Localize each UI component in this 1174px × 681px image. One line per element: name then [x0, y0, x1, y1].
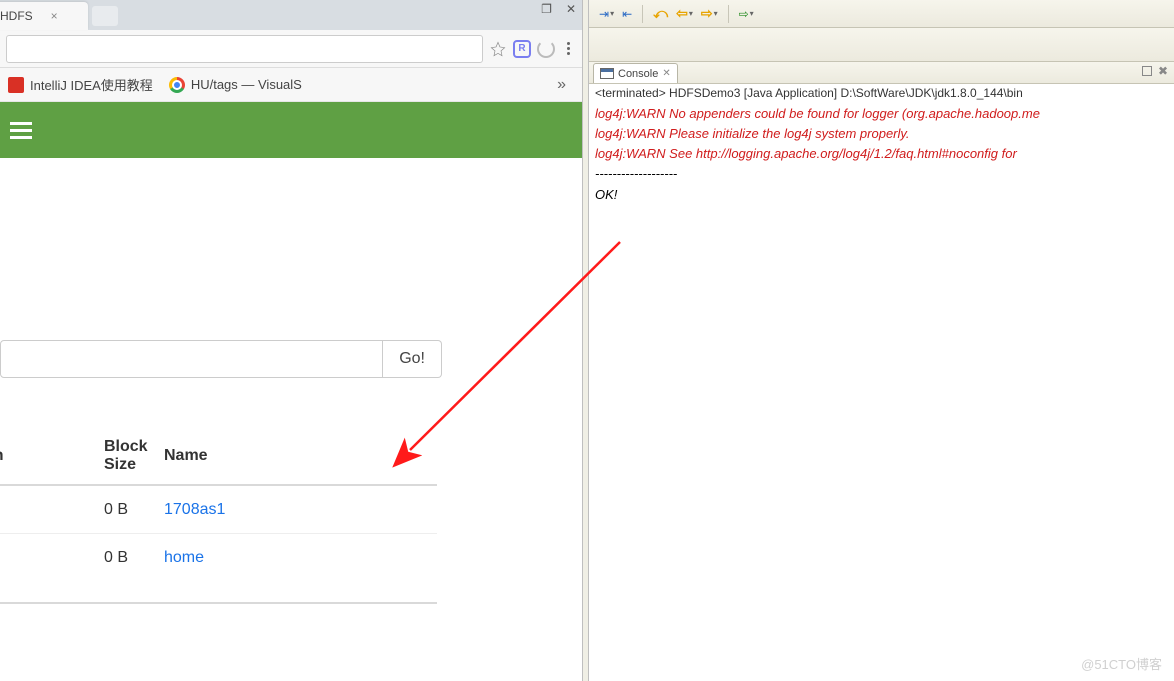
go-button[interactable]: Go!: [383, 340, 442, 378]
watermark-text: @51CTO博客: [1081, 654, 1162, 673]
console-output[interactable]: log4j:WARN No appenders could be found f…: [589, 102, 1174, 207]
eclipse-toolbar: ⇥▾ ⇤ ⤺ ⇦▾ ⇨▾ ⇨▾: [589, 0, 1174, 28]
console-line: log4j:WARN No appenders could be found f…: [595, 104, 1168, 124]
bookmarks-overflow-icon[interactable]: »: [557, 76, 574, 94]
cell-block-size: 0 B: [0, 549, 164, 567]
file-table: on Block Size Name 0 B 1708as1 0 B home: [0, 438, 562, 604]
bookmark-hutags[interactable]: HU/tags — VisualS: [169, 77, 302, 93]
bookmarks-bar: IntelliJ IDEA使用教程 HU/tags — VisualS »: [0, 68, 582, 102]
bookmark-intellij[interactable]: IntelliJ IDEA使用教程: [8, 75, 153, 94]
new-tab-button[interactable]: [92, 6, 118, 26]
run-last-button[interactable]: ⇨▾: [737, 7, 756, 21]
console-line: OK!: [595, 185, 1168, 205]
table-row: 0 B home: [0, 534, 437, 582]
extension-badge-icon[interactable]: R: [513, 40, 531, 58]
view-tab-label: Console: [618, 68, 658, 80]
hdfs-navbar: ▾: [0, 102, 582, 158]
close-window-icon[interactable]: ✕: [566, 2, 576, 16]
close-icon[interactable]: ×: [51, 9, 58, 23]
close-view-icon[interactable]: ✕: [662, 68, 670, 79]
pane-splitter[interactable]: [582, 0, 589, 681]
console-line: log4j:WARN Please initialize the log4j s…: [595, 124, 1168, 144]
eclipse-ide-pane: ⇥▾ ⇤ ⤺ ⇦▾ ⇨▾ ⇨▾ Console ✕ ✖ <terminated>…: [589, 0, 1174, 681]
table-body: 0 B 1708as1 0 B home: [0, 486, 437, 582]
hamburger-icon[interactable]: [10, 122, 32, 139]
loading-icon: [537, 40, 555, 58]
cell-name-link[interactable]: 1708as1: [164, 501, 364, 519]
table-row: 0 B 1708as1: [0, 486, 437, 534]
console-icon: [600, 68, 614, 79]
address-bar-row: R: [0, 30, 582, 68]
console-line: log4j:WARN See http://logging.apache.org…: [595, 144, 1168, 164]
maximize-view-icon[interactable]: ✖: [1158, 64, 1168, 78]
path-input[interactable]: [0, 340, 383, 378]
cell-block-size: 0 B: [0, 501, 164, 519]
bookmark-star-icon[interactable]: [489, 40, 507, 58]
console-line: -------------------: [595, 164, 1168, 184]
browser-window: HDFS × ❐ ✕ R IntelliJ IDEA使用教程 HU/tags —…: [0, 0, 582, 681]
console-status-line: <terminated> HDFSDemo3 [Java Application…: [589, 84, 1174, 102]
step-over-button[interactable]: ⇤: [620, 7, 634, 21]
eclipse-view-tabs: Console ✕ ✖: [589, 62, 1174, 84]
col-header-block-size: Block Size: [0, 438, 164, 474]
hdfs-page-content: Go! on Block Size Name 0 B 1708as1 0 B h…: [0, 158, 582, 604]
nav-back-button[interactable]: ⇦▾: [674, 5, 695, 22]
path-go-row: Go!: [0, 340, 562, 378]
browser-tab-hdfs[interactable]: HDFS ×: [0, 2, 88, 30]
minimize-view-icon[interactable]: [1142, 66, 1152, 76]
bookmark-label: HU/tags — VisualS: [191, 77, 302, 92]
chrome-tab-strip: HDFS × ❐ ✕: [0, 0, 582, 30]
console-view-tab[interactable]: Console ✕: [593, 63, 678, 83]
site-icon: [8, 77, 24, 93]
chrome-icon: [169, 77, 185, 93]
nav-fwd-button[interactable]: ⇨▾: [699, 5, 720, 22]
col-header-name: Name: [164, 438, 364, 474]
bookmark-label: IntelliJ IDEA使用教程: [30, 75, 153, 94]
cell-name-link[interactable]: home: [164, 549, 364, 567]
step-into-button[interactable]: ⇥▾: [597, 7, 616, 21]
tab-title: HDFS: [0, 9, 33, 23]
nav-back-group[interactable]: ⤺: [651, 5, 670, 22]
url-input[interactable]: [6, 35, 483, 63]
chrome-menu-icon[interactable]: [561, 42, 576, 55]
window-controls: ❐ ✕: [541, 2, 576, 16]
table-header-row: on Block Size Name: [0, 438, 437, 486]
restore-icon[interactable]: ❐: [541, 2, 552, 16]
